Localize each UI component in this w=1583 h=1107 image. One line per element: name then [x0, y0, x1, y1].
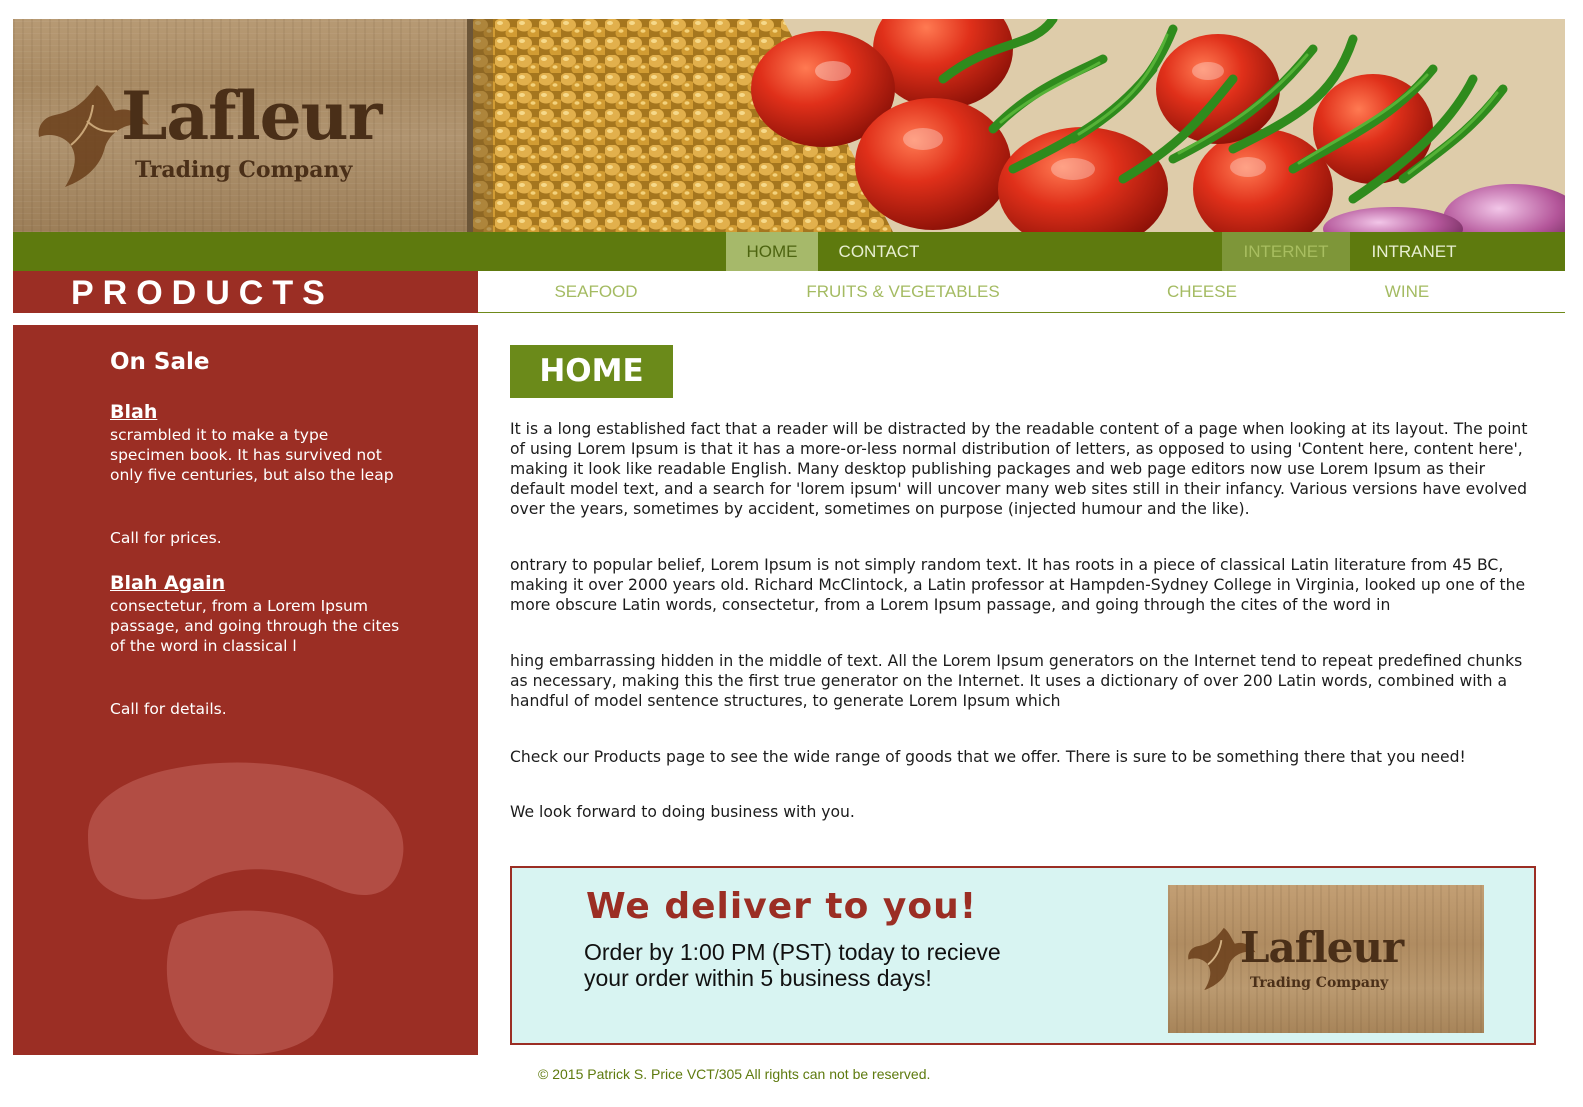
- on-sale-sidebar: On Sale Blah scrambled it to make a type…: [13, 325, 478, 1055]
- page-title: HOME: [510, 345, 673, 398]
- body-paragraph: It is a long established fact that a rea…: [510, 420, 1528, 518]
- delivery-promo: We deliver to you! Order by 1:00 PM (PST…: [510, 866, 1536, 1045]
- produce-photo: [473, 19, 1565, 232]
- sale-item-call: Call for prices.: [110, 529, 222, 547]
- logo[interactable]: Lafleur Trading Company: [13, 19, 473, 232]
- sale-item-heading[interactable]: Blah: [110, 401, 157, 423]
- nav-intranet-link[interactable]: INTRANET: [1350, 232, 1478, 271]
- header-banner: Lafleur Trading Company: [13, 19, 1565, 232]
- body-paragraph: We look forward to doing business with y…: [510, 803, 855, 821]
- sidebar-title: On Sale: [110, 349, 210, 375]
- category-nav: SEAFOOD FRUITS & VEGETABLES CHEESE WINE: [478, 271, 1565, 313]
- category-seafood-link[interactable]: SEAFOOD: [526, 271, 666, 313]
- delivery-text: Order by 1:00 PM (PST) today to recieve …: [584, 939, 1001, 991]
- body-paragraph: hing embarrassing hidden in the middle o…: [510, 652, 1523, 710]
- delivery-heading: We deliver to you!: [586, 886, 978, 927]
- category-wine-link[interactable]: WINE: [1358, 271, 1456, 313]
- footer-copyright: © 2015 Patrick S. Price VCT/305 All righ…: [538, 1066, 931, 1082]
- logo-wordmark: Lafleur: [1240, 923, 1404, 972]
- nav-home-link[interactable]: HOME: [726, 232, 818, 271]
- body-paragraph: Check our Products page to see the wide …: [510, 748, 1466, 766]
- mushroom-icon: [88, 762, 404, 1055]
- logo-subtitle: Trading Company: [135, 157, 353, 183]
- nav-internet-link[interactable]: INTERNET: [1222, 232, 1350, 271]
- body-paragraph: ontrary to popular belief, Lorem Ipsum i…: [510, 556, 1526, 614]
- main-nav: HOME CONTACT INTERNET INTRANET: [13, 232, 1565, 271]
- products-title[interactable]: PRODUCTS: [13, 271, 478, 313]
- category-fruits-vegetables-link[interactable]: FRUITS & VEGETABLES: [768, 271, 1038, 313]
- delivery-logo: Lafleur Trading Company: [1168, 885, 1484, 1033]
- sale-item-text: scrambled it to make a type specimen boo…: [110, 426, 394, 484]
- logo-wordmark: Lafleur: [121, 77, 382, 155]
- nav-contact-link[interactable]: CONTACT: [818, 232, 940, 271]
- sale-item-text: consectetur, from a Lorem Ipsum passage,…: [110, 597, 400, 655]
- sale-item-call: Call for details.: [110, 700, 227, 718]
- category-cheese-link[interactable]: CHEESE: [1142, 271, 1262, 313]
- logo-subtitle: Trading Company: [1250, 975, 1389, 991]
- sale-item-heading[interactable]: Blah Again: [110, 572, 225, 594]
